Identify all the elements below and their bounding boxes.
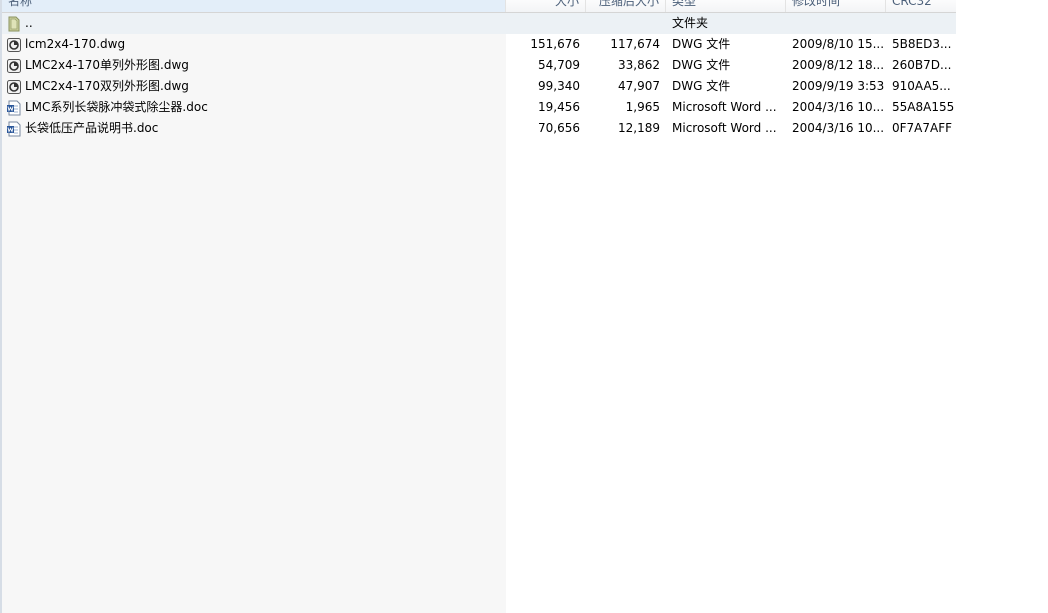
file-modified: 2004/3/16 10...: [792, 100, 885, 114]
file-size: 70,656: [538, 121, 580, 135]
file-modified: 2009/9/19 3:53: [792, 79, 885, 93]
file-size: 99,340: [538, 79, 580, 93]
dwg-file-icon: [6, 79, 22, 95]
parent-folder-size-cell: [506, 13, 586, 34]
column-header-size[interactable]: 大小: [506, 0, 586, 12]
file-name-cell: lcm2x4-170.dwg: [2, 34, 506, 55]
file-name-cell: LMC2x4-170双列外形图.dwg: [2, 76, 506, 97]
file-name-cell: LMC系列长袋脉冲袋式除尘器.doc: [2, 97, 506, 118]
file-packed-size: 33,862: [618, 58, 660, 72]
file-row[interactable]: 长袋低压产品说明书.doc 70,656 12,189 Microsoft Wo…: [2, 118, 956, 139]
folder-up-icon: [6, 16, 22, 32]
file-list: .. 文件夹 lcm2x4-170.dwg 151,676 117,674 DW…: [2, 13, 956, 139]
file-size: 54,709: [538, 58, 580, 72]
file-crc32: 5B8ED3...: [892, 37, 952, 51]
file-size: 151,676: [530, 37, 580, 51]
file-crc32: 0F7A7AFF: [892, 121, 953, 135]
file-type: DWG 文件: [672, 58, 731, 72]
dwg-file-icon: [6, 58, 22, 74]
file-row[interactable]: LMC系列长袋脉冲袋式除尘器.doc 19,456 1,965 Microsof…: [2, 97, 956, 118]
parent-folder-type-cell: 文件夹: [672, 16, 709, 30]
file-name: 长袋低压产品说明书.doc: [25, 121, 159, 135]
file-row[interactable]: LMC2x4-170单列外形图.dwg 54,709 33,862 DWG 文件…: [2, 55, 956, 76]
file-size: 19,456: [538, 100, 580, 114]
file-crc32: 260B7D...: [892, 58, 952, 72]
file-packed-size: 47,907: [618, 79, 660, 93]
file-name: LMC2x4-170双列外形图.dwg: [25, 79, 189, 93]
file-packed-size: 1,965: [625, 100, 660, 114]
parent-folder-crc-cell: [886, 13, 956, 34]
parent-folder-packed-cell: [586, 13, 666, 34]
column-header-bar: 名称 大小 压缩后大小 类型 修改时间 CRC32: [2, 0, 956, 13]
word-doc-icon: [6, 100, 22, 116]
file-name: LMC系列长袋脉冲袋式除尘器.doc: [25, 100, 208, 114]
file-crc32: 910AA5...: [892, 79, 951, 93]
parent-folder-modified-cell: [786, 13, 886, 34]
parent-folder-name-cell: ..: [2, 13, 506, 34]
column-header-packed-size[interactable]: 压缩后大小: [586, 0, 666, 12]
file-name: LMC2x4-170单列外形图.dwg: [25, 58, 189, 72]
dwg-file-icon: [6, 37, 22, 53]
file-type: Microsoft Word ...: [672, 100, 777, 114]
file-type: DWG 文件: [672, 37, 731, 51]
file-packed-size: 117,674: [610, 37, 660, 51]
column-header-crc32[interactable]: CRC32: [886, 0, 956, 12]
parent-folder-label: ..: [25, 16, 33, 30]
file-crc32: 55A8A155: [892, 100, 955, 114]
column-header-type[interactable]: 类型: [666, 0, 786, 12]
file-type: Microsoft Word ...: [672, 121, 777, 135]
file-modified: 2009/8/12 18...: [792, 58, 885, 72]
column-header-modified[interactable]: 修改时间: [786, 0, 886, 12]
file-modified: 2004/3/16 10...: [792, 121, 885, 135]
file-name: lcm2x4-170.dwg: [25, 37, 126, 51]
file-packed-size: 12,189: [618, 121, 660, 135]
column-header-name[interactable]: 名称: [2, 0, 506, 12]
parent-folder-row[interactable]: .. 文件夹: [2, 13, 956, 34]
file-row[interactable]: lcm2x4-170.dwg 151,676 117,674 DWG 文件 20…: [2, 34, 956, 55]
file-row[interactable]: LMC2x4-170双列外形图.dwg 99,340 47,907 DWG 文件…: [2, 76, 956, 97]
archive-file-list-window: 名称 大小 压缩后大小 类型 修改时间 CRC32 .. 文件夹 lcm2x4-…: [0, 0, 1048, 613]
file-type: DWG 文件: [672, 79, 731, 93]
file-name-cell: LMC2x4-170单列外形图.dwg: [2, 55, 506, 76]
file-modified: 2009/8/10 15...: [792, 37, 885, 51]
file-name-cell: 长袋低压产品说明书.doc: [2, 118, 506, 139]
word-doc-icon: [6, 121, 22, 137]
